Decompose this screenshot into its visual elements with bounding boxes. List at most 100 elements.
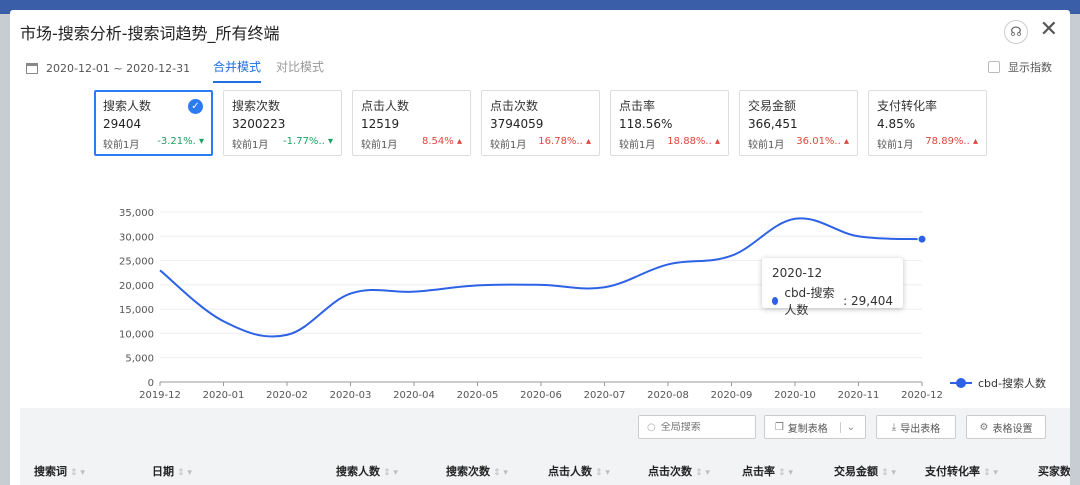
column-header[interactable]: 搜索人数 ⇕ ▾ — [336, 463, 398, 479]
show-index-label: 显示指数 — [1008, 61, 1052, 74]
sort-filter-icon[interactable]: ⇕ ▾ — [881, 468, 896, 478]
sort-filter-icon[interactable]: ⇕ ▾ — [70, 468, 85, 478]
column-header-label: 买家数 — [1038, 465, 1070, 478]
column-header-label: 搜索人数 — [336, 465, 380, 478]
table-search-input[interactable] — [660, 421, 741, 433]
metric-change: -1.77%.. — [283, 136, 325, 147]
metric-card[interactable]: 搜索人数 29404 较前1月 -3.21%. ▾ ✓ — [94, 90, 213, 156]
column-header[interactable]: 点击次数 ⇕ ▾ — [648, 463, 710, 479]
y-tick-label: 10,000 — [119, 329, 154, 340]
arrow-up-icon: ▴ — [969, 136, 978, 147]
modal-title: 市场-搜索分析-搜索词趋势_所有终端 — [20, 24, 280, 43]
arrow-up-icon: ▴ — [453, 136, 462, 147]
x-tick-label: 2020-09 — [711, 390, 753, 401]
x-tick-label: 2020-08 — [647, 390, 689, 401]
tooltip-series-dot — [772, 297, 779, 305]
y-tick-label: 15,000 — [119, 305, 154, 316]
column-header-label: 交易金额 — [834, 465, 878, 478]
x-tick-label: 2020-11 — [838, 390, 880, 401]
metric-label: 点击人数 — [361, 99, 410, 113]
y-tick-label: 35,000 — [119, 208, 154, 219]
metric-card[interactable]: 点击率 118.56% 较前1月 18.88%.. ▴ — [610, 90, 729, 156]
copy-icon: ❐ — [774, 421, 784, 433]
chart-legend[interactable]: cbd-搜索人数 — [950, 375, 1046, 391]
column-header[interactable]: 支付转化率 ⇕ ▾ — [925, 463, 998, 479]
sort-filter-icon[interactable]: ⇕ ▾ — [983, 468, 998, 478]
metric-card[interactable]: 点击人数 12519 较前1月 8.54% ▴ — [352, 90, 471, 156]
metric-card[interactable]: 搜索次数 3200223 较前1月 -1.77%.. ▾ — [223, 90, 342, 156]
metric-card[interactable]: 支付转化率 4.85% 较前1月 78.89%.. ▴ — [868, 90, 987, 156]
headset-icon[interactable]: ☊ — [1004, 20, 1028, 44]
copy-table-button[interactable]: ❐ 复制表格 ⌄ — [764, 415, 866, 439]
check-icon: ✓ — [188, 99, 203, 114]
export-table-button[interactable]: ⤓ 导出表格 — [876, 415, 956, 439]
arrow-up-icon: ▴ — [711, 136, 720, 147]
background-left — [0, 14, 10, 485]
column-header-label: 点击人数 — [548, 465, 592, 478]
metric-change: 16.78%.. — [538, 136, 583, 147]
tooltip-title: 2020-12 — [772, 266, 823, 280]
metric-label: 交易金额 — [748, 99, 797, 113]
column-header[interactable]: 买家数 — [1038, 463, 1070, 479]
metric-cards: 搜索人数 29404 较前1月 -3.21%. ▾ ✓ 搜索次数 3200223 较前1月 -1… — [94, 90, 987, 156]
metric-value: 366,451 — [748, 117, 798, 131]
sort-filter-icon[interactable]: ⇕ ▾ — [493, 468, 508, 478]
close-icon[interactable]: ✕ — [1040, 18, 1058, 42]
sort-filter-icon[interactable]: ⇕ ▾ — [595, 468, 610, 478]
arrow-up-icon: ▴ — [582, 136, 591, 147]
download-icon: ⤓ — [891, 421, 897, 433]
column-header[interactable]: 点击人数 ⇕ ▾ — [548, 463, 610, 479]
metric-compare: 较前1月 — [490, 140, 527, 151]
x-tick-label: 2020-10 — [774, 390, 816, 401]
metric-change: 78.89%.. — [925, 136, 970, 147]
copy-table-label: 复制表格 — [787, 423, 828, 435]
trend-modal: 市场-搜索分析-搜索词趋势_所有终端 ☊ ✕ 2020-12-01 ~ 2020… — [10, 10, 1070, 485]
column-header[interactable]: 日期 ⇕ ▾ — [152, 463, 192, 479]
sort-filter-icon[interactable]: ⇕ ▾ — [695, 468, 710, 478]
tab-compare-mode[interactable]: 对比模式 — [276, 58, 324, 81]
y-tick-label: 5,000 — [125, 354, 154, 365]
metric-value: 12519 — [361, 117, 400, 131]
metric-change: 8.54% — [422, 136, 454, 147]
column-header[interactable]: 搜索次数 ⇕ ▾ — [446, 463, 508, 479]
legend-marker — [950, 378, 972, 388]
x-tick-label: 2020-04 — [393, 390, 435, 401]
metric-compare: 较前1月 — [361, 140, 398, 151]
date-range-picker[interactable]: 2020-12-01 ~ 2020-12-31 — [26, 58, 190, 78]
sort-filter-icon[interactable]: ⇕ ▾ — [383, 468, 398, 478]
show-index-toggle[interactable]: 显示指数 — [988, 59, 1052, 75]
legend-label: cbd-搜索人数 — [978, 377, 1046, 390]
x-tick-label: 2020-05 — [457, 390, 499, 401]
metric-change: 36.01%.. — [796, 136, 841, 147]
tab-merge-mode[interactable]: 合并模式 — [213, 58, 262, 83]
metric-card[interactable]: 点击次数 3794059 较前1月 16.78%.. ▴ — [481, 90, 600, 156]
table-settings-button[interactable]: ⚙ 表格设置 — [966, 415, 1046, 439]
y-tick-label: 0 — [148, 378, 154, 389]
sort-filter-icon[interactable]: ⇕ ▾ — [177, 468, 192, 478]
column-header-label: 点击率 — [742, 465, 775, 478]
date-range: 2020-12-01 ~ 2020-12-31 — [46, 61, 191, 75]
column-header-label: 支付转化率 — [925, 465, 980, 478]
arrow-up-icon: ▴ — [840, 136, 849, 147]
x-tick-label: 2020-03 — [330, 390, 372, 401]
export-table-label: 导出表格 — [900, 423, 941, 435]
sort-filter-icon[interactable]: ⇕ ▾ — [778, 468, 793, 478]
x-tick-label: 2020-06 — [520, 390, 562, 401]
chevron-down-icon[interactable]: ⌄ — [839, 421, 855, 433]
metric-compare: 较前1月 — [619, 140, 656, 151]
chart-tooltip: 2020-12 cbd-搜索人数: 29,404 — [762, 258, 903, 317]
trend-chart-svg: 0 5,000 10,000 15,000 20,000 25,000 30,000 35,0… — [119, 208, 943, 401]
metric-card[interactable]: 交易金额 366,451 较前1月 36.01%.. ▴ — [739, 90, 858, 156]
column-header-label: 搜索词 — [34, 465, 67, 478]
column-header[interactable]: 搜索词 ⇕ ▾ — [34, 463, 85, 479]
table-header: 搜索词 ⇕ ▾ 日期 ⇕ ▾ 搜索人数 ⇕ ▾ 搜索次数 ⇕ ▾ 点击人数 ⇕ ▾ 点击次数 ⇕ ▾ 点… — [20, 457, 1070, 483]
show-index-checkbox[interactable] — [988, 61, 1000, 73]
data-point-highlight[interactable] — [917, 234, 927, 244]
metric-value: 3200223 — [232, 117, 286, 131]
table-search[interactable]: ○ — [638, 415, 756, 439]
metric-value: 29404 — [103, 117, 142, 131]
column-header[interactable]: 交易金额 ⇕ ▾ — [834, 463, 896, 479]
metric-change: -3.21%. — [157, 136, 196, 147]
column-header[interactable]: 点击率 ⇕ ▾ — [742, 463, 793, 479]
metric-compare: 较前1月 — [232, 140, 269, 151]
